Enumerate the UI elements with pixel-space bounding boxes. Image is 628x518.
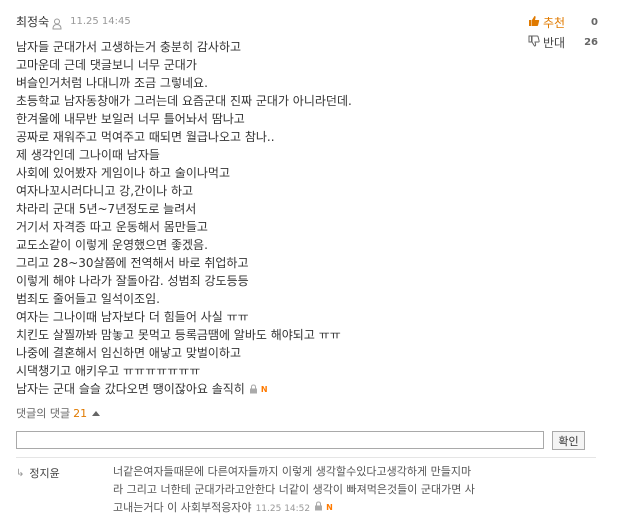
comment-line: 남자들 군대가서 고생하는거 충분히 감사하고 bbox=[16, 40, 242, 54]
reply-header: ↳ 정지윤 bbox=[16, 465, 60, 481]
comment-line: 이렇게 해야 나라가 잘돌아감. 성범죄 강도등등 bbox=[16, 274, 249, 288]
comment-line: 차라리 군대 5년~7년정도로 늘려서 bbox=[16, 202, 197, 216]
caret-up-icon bbox=[92, 410, 101, 416]
reply-line: 너같은여자들때문에 다른여자들까지 이렇게 생각할수있다고생각하게 만들지마 bbox=[113, 465, 472, 478]
comment-line-text: 남자는 군대 슬슬 갔다오면 땡이잖아요 솔직히 bbox=[16, 382, 245, 396]
reply-author[interactable]: 정지윤 bbox=[29, 465, 59, 481]
comment-line: 제 생각인데 그나이때 남자들 bbox=[16, 148, 160, 162]
new-badge: N bbox=[326, 503, 333, 512]
reply-timestamp: 11.25 14:52 bbox=[255, 504, 311, 514]
comment-line: 벼슬인거처럼 나대니까 조금 그렇네요. bbox=[16, 76, 208, 90]
comment-header: 최정숙 11.25 14:45 bbox=[16, 12, 131, 30]
comment-last-line: 남자는 군대 슬슬 갔다오면 땡이잖아요 솔직히 N bbox=[16, 380, 576, 398]
user-icon bbox=[52, 15, 62, 30]
comment-line: 초등학교 남자동창애가 그러는데 요즘군대 진짜 군대가 아니라던데. bbox=[16, 94, 352, 108]
comment-line: 고마운데 근데 댓글보니 너무 군대가 bbox=[16, 58, 197, 72]
comment-line: 여자나꼬시러다니고 강,간이나 하고 bbox=[16, 184, 194, 198]
confirm-button[interactable]: 확인 bbox=[552, 431, 585, 450]
reply-line-text: 고내는거다 이 사회부적응자야 bbox=[113, 501, 252, 514]
reply-last-line: 고내는거다 이 사회부적응자야 11.25 14:52 N bbox=[113, 499, 583, 518]
comment-timestamp: 11.25 14:45 bbox=[70, 15, 131, 27]
reply-arrow-icon: ↳ bbox=[16, 467, 25, 479]
comment-line: 사회에 있어봤자 게임이나 하고 술이나먹고 bbox=[16, 166, 230, 180]
recommend-button[interactable]: 추천 bbox=[528, 14, 565, 31]
comment-line: 공짜로 재워주고 먹여주고 때되면 월급나오고 참나.. bbox=[16, 130, 275, 144]
recommend-label: 추천 bbox=[543, 15, 566, 30]
comment-line: 시댁챙기고 애키우고 ㅠㅠㅠㅠㅠㅠㅠ bbox=[16, 364, 201, 378]
comment-line: 범죄도 줄어들고 일석이조임. bbox=[16, 292, 160, 306]
comment-author[interactable]: 최정숙 bbox=[16, 13, 49, 30]
comment-line: 나중에 결혼해서 임신하면 애낳고 맞벌이하고 bbox=[16, 346, 242, 360]
replies-toggle[interactable]: 댓글의 댓글 21 bbox=[16, 405, 101, 421]
reply-body: 너같은여자들때문에 다른여자들까지 이렇게 생각할수있다고생각하게 만들지마 라… bbox=[113, 463, 583, 518]
thumbs-up-icon bbox=[528, 15, 540, 30]
recommend-count: 0 bbox=[591, 16, 598, 28]
replies-toggle-label: 댓글의 댓글 bbox=[16, 407, 71, 420]
recommend-row: 추천 0 bbox=[528, 12, 598, 32]
lock-icon bbox=[249, 381, 258, 399]
comment-line: 한겨울에 내무반 보일러 너무 틀어놔서 땀나고 bbox=[16, 112, 245, 126]
replies-count: 21 bbox=[73, 406, 88, 420]
comment-line: 치킨도 살찔까봐 맘놓고 못먹고 등록금땜에 알바도 해야되고 ㅠㅠ bbox=[16, 328, 341, 342]
new-badge: N bbox=[260, 384, 268, 394]
comment-line: 교도소같이 이렇게 운영했으면 좋겠음. bbox=[16, 238, 208, 252]
reply-input[interactable] bbox=[16, 431, 544, 449]
comment-line: 그리고 28~30살쯤에 전역해서 바로 취업하고 bbox=[16, 256, 249, 270]
comment-line-icons: N bbox=[249, 381, 268, 399]
comment-line: 여자는 그나이때 남자보다 더 힘들어 사실 ㅠㅠ bbox=[16, 310, 249, 324]
comment-line: 거기서 자격증 따고 운동해서 몸만들고 bbox=[16, 220, 208, 234]
reply-line: 라 그리고 너한테 군대가라고안한다 너같이 생각이 빠져먹은것들이 군대가면 … bbox=[113, 483, 475, 496]
comment-body: 남자들 군대가서 고생하는거 충분히 감사하고 고마운데 근데 댓글보니 너무 … bbox=[16, 38, 576, 398]
lock-icon bbox=[314, 499, 323, 517]
oppose-count: 26 bbox=[584, 36, 598, 48]
reply-line-icons: N bbox=[314, 499, 333, 517]
divider bbox=[16, 457, 596, 458]
